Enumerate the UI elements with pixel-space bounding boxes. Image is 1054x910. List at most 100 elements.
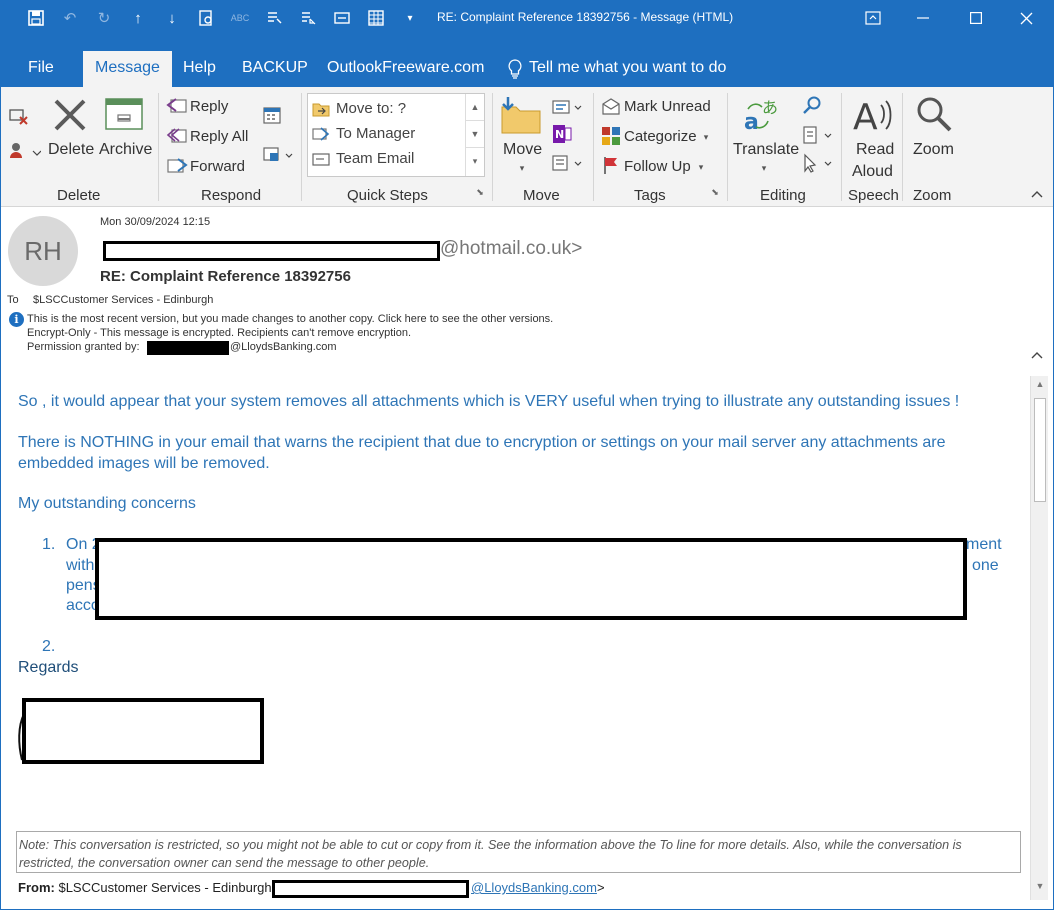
undo-icon[interactable]: ↶ [60, 8, 80, 28]
group-divider [727, 93, 728, 201]
maximize-icon[interactable] [963, 6, 989, 30]
quick-step-team-email[interactable]: Team Email [312, 150, 414, 167]
print-preview-icon[interactable] [196, 8, 216, 28]
select-all-icon[interactable] [298, 8, 318, 28]
collapse-ribbon-icon[interactable] [1030, 188, 1044, 200]
zoom-button[interactable]: Zoom [913, 141, 954, 159]
up-arrow-icon[interactable]: ↑ [128, 8, 148, 28]
find-icon[interactable] [801, 95, 823, 117]
more-respond-icon[interactable] [262, 145, 296, 165]
collapse-header-icon[interactable] [1031, 346, 1043, 362]
tags-group-label: Tags [634, 187, 666, 204]
redo-icon[interactable]: ↻ [94, 8, 114, 28]
delete-button[interactable]: Delete [48, 141, 94, 159]
tab-backup[interactable]: BACKUP [242, 51, 308, 87]
related-icon[interactable] [801, 125, 835, 145]
version-info-bar[interactable]: This is the most recent version, but you… [27, 313, 553, 325]
redacted-sender-name [103, 241, 440, 261]
move-icon[interactable] [500, 95, 542, 135]
select-cursor-icon[interactable] [801, 153, 835, 173]
translate-dropdown-icon[interactable]: ▾ [759, 163, 769, 173]
archive-button[interactable]: Archive [99, 141, 152, 159]
down-arrow-icon[interactable]: ↓ [162, 8, 182, 28]
close-icon[interactable] [1013, 6, 1039, 30]
tab-file[interactable]: File [28, 51, 54, 87]
move-button[interactable]: Move [503, 141, 542, 159]
scroll-thumb[interactable] [1034, 398, 1046, 502]
forward-button[interactable]: Forward [190, 158, 245, 175]
scroll-down-icon[interactable]: ▼ [466, 121, 484, 148]
read-aloud-icon[interactable]: A [853, 95, 893, 135]
spelling-icon[interactable]: ABC [230, 8, 250, 28]
list-item-1-fragment: with [66, 557, 95, 574]
tab-help[interactable]: Help [183, 51, 216, 87]
message-header: RH Mon 30/09/2024 12:15 @hotmail.co.uk> … [0, 208, 1054, 368]
regards-text: Regards [18, 659, 79, 676]
dialog-launcher-icon[interactable]: ⬊ [474, 186, 486, 198]
mark-unread-button[interactable]: Mark Unread [624, 98, 711, 115]
categorize-dropdown-icon[interactable]: ▾ [701, 132, 711, 142]
quick-step-to-manager[interactable]: To Manager [312, 125, 415, 142]
follow-up-dropdown-icon[interactable]: ▾ [696, 162, 706, 172]
body-paragraph-3: My outstanding concerns [18, 495, 196, 512]
forward-icon [166, 156, 188, 176]
list-item-number-1: 1. [42, 536, 56, 553]
group-divider [492, 93, 493, 201]
actions-icon[interactable] [551, 153, 585, 173]
meeting-icon[interactable] [262, 105, 282, 125]
reply-button[interactable]: Reply [190, 98, 228, 115]
scroll-up-icon[interactable]: ▲ [466, 94, 484, 121]
expand-gallery-icon[interactable]: ▾ [466, 148, 484, 175]
quick-step-move-to[interactable]: Move to: ? [312, 100, 406, 117]
rules-icon[interactable] [551, 97, 585, 117]
scroll-down-icon[interactable]: ▼ [1031, 881, 1049, 897]
onenote-icon[interactable]: N [551, 123, 573, 145]
customize-toolbar-icon[interactable]: ▾ [400, 8, 420, 28]
speech-group-label: Speech [848, 187, 899, 204]
from-domain-link[interactable]: @LloydsBanking.com [471, 880, 597, 895]
group-divider [158, 93, 159, 201]
ribbon: Delete Archive Delete Reply Reply All Fo… [0, 87, 1054, 207]
redacted-list-item-content [95, 538, 967, 620]
tags-dialog-launcher-icon[interactable]: ⬊ [709, 186, 721, 198]
from-label: From: [18, 880, 55, 895]
delete-icon[interactable] [52, 95, 88, 135]
read-aloud-button-line1[interactable]: Read [856, 141, 894, 159]
svg-text:a: a [744, 110, 759, 135]
group-divider [841, 93, 842, 201]
translate-icon[interactable]: aあ [742, 95, 782, 135]
read-aloud-button-line2[interactable]: Aloud [852, 163, 893, 181]
mark-unread-icon [601, 96, 621, 116]
reply-all-button[interactable]: Reply All [190, 128, 248, 145]
group-divider [301, 93, 302, 201]
tab-outlookfreeware[interactable]: OutlookFreeware.com [327, 51, 484, 87]
ignore-icon[interactable] [8, 105, 30, 127]
archive-icon[interactable] [104, 97, 144, 131]
scroll-up-icon[interactable]: ▲ [1031, 379, 1049, 395]
tab-message[interactable]: Message [83, 51, 172, 87]
minimize-icon[interactable] [910, 6, 936, 30]
zoom-icon[interactable] [915, 95, 953, 135]
quoted-from-line: From: $LSCCustomer Services - Edinburgh [18, 880, 272, 895]
body-scrollbar[interactable]: ▲ ▼ [1030, 376, 1048, 900]
sender-email[interactable]: @hotmail.co.uk> [440, 238, 582, 260]
follow-up-button[interactable]: Follow Up [624, 158, 691, 175]
ribbon-display-icon[interactable] [860, 6, 886, 30]
to-recipient[interactable]: $LSCCustomer Services - Edinburgh [33, 294, 213, 306]
select-icon[interactable] [264, 8, 284, 28]
tell-me-search[interactable]: Tell me what you want to do [507, 51, 726, 87]
svg-text:A: A [853, 97, 878, 135]
quick-steps-scroll[interactable]: ▲ ▼ ▾ [465, 94, 484, 176]
move-dropdown-icon[interactable]: ▾ [517, 163, 527, 173]
message-subject: RE: Complaint Reference 18392756 [100, 268, 351, 285]
save-icon[interactable] [26, 8, 46, 28]
quick-steps-gallery: Move to: ? To Manager Team Email ▲ ▼ ▾ [307, 93, 485, 177]
translate-button[interactable]: Translate [733, 141, 799, 159]
table-icon[interactable] [366, 8, 386, 28]
forward-to-manager-icon [312, 126, 330, 141]
permission-domain: @LloydsBanking.com [230, 341, 337, 353]
categorize-button[interactable]: Categorize [624, 128, 697, 145]
list-item-1-fragment-end: one [972, 557, 999, 574]
message-icon[interactable] [332, 8, 352, 28]
cleanup-icon[interactable] [6, 141, 42, 163]
